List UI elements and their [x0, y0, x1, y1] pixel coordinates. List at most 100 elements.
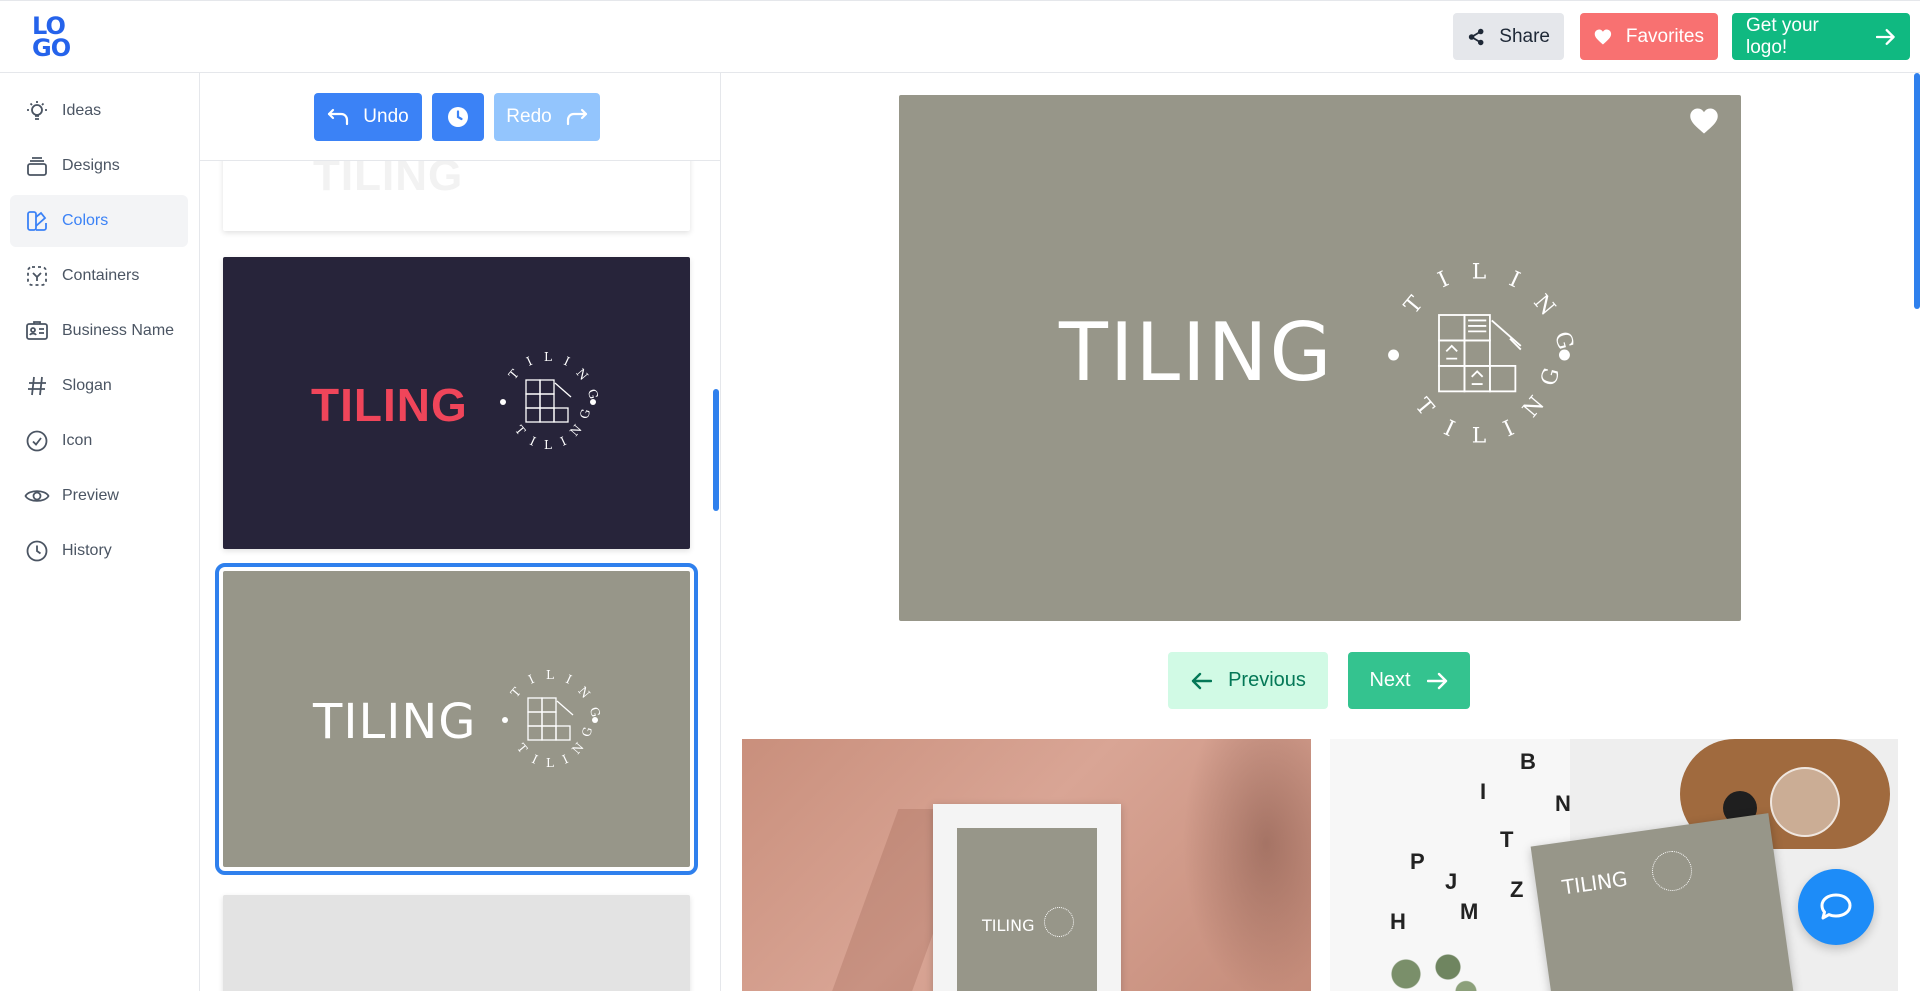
layers-icon	[24, 153, 50, 179]
share-icon	[1468, 28, 1484, 45]
svg-text:G: G	[579, 726, 595, 739]
heart-icon[interactable]	[1689, 107, 1719, 135]
logo-variant-card-selected[interactable]: TILING TILING TILING	[215, 563, 698, 875]
previous-button[interactable]: Previous	[1168, 652, 1328, 709]
fabric-letter: Z	[1510, 877, 1524, 902]
preview-panel: TILING TILING TILING Previous Next TILIN…	[721, 73, 1920, 991]
clock-icon	[448, 107, 468, 127]
svg-text:N: N	[1528, 290, 1559, 321]
logo-variant-card[interactable]	[223, 895, 690, 991]
chat-support-button[interactable]	[1798, 869, 1874, 945]
svg-text:I: I	[560, 752, 570, 767]
next-label: Next	[1369, 669, 1411, 691]
sidebar-item-label: Colors	[62, 212, 109, 229]
tiling-emblem: TI L ING TI L ING	[500, 350, 601, 452]
svg-text:L: L	[1472, 260, 1486, 285]
eucalyptus-leaves	[1370, 939, 1490, 991]
svg-text:G: G	[587, 706, 603, 719]
svg-text:N: N	[569, 740, 586, 757]
sidebar-item-slogan[interactable]: Slogan	[10, 360, 188, 412]
mockup-frame-image: TILING	[742, 739, 1311, 991]
undo-arrow-icon	[328, 108, 349, 126]
leaf-shadow	[1182, 739, 1311, 991]
variants-scrollbar[interactable]	[713, 389, 719, 511]
sidebar-item-label: Ideas	[62, 102, 102, 119]
svg-text:G: G	[585, 388, 601, 401]
page-scrollbar[interactable]	[1914, 73, 1920, 309]
undo-button[interactable]: Undo	[314, 93, 422, 141]
eye-icon	[24, 483, 50, 509]
svg-text:I: I	[1440, 416, 1458, 442]
svg-text:I: I	[564, 672, 574, 687]
svg-text:L: L	[546, 756, 554, 770]
fabric-letter: I	[1480, 779, 1487, 804]
site-logo[interactable]: LO GO	[30, 14, 80, 62]
svg-text:I: I	[526, 672, 536, 687]
sidebar-item-preview[interactable]: Preview	[10, 470, 188, 522]
sidebar-item-label: Preview	[62, 487, 119, 504]
variant-name: TILING	[311, 379, 468, 431]
get-logo-label: Get your logo!	[1746, 14, 1819, 58]
logo-variant-card[interactable]: TILING TILING TILING	[223, 257, 690, 549]
redo-button[interactable]: Redo	[494, 93, 600, 141]
svg-text:N: N	[567, 422, 584, 439]
container-icon	[24, 263, 50, 289]
variant-name: TILING	[313, 694, 477, 750]
svg-text:G: G	[1549, 329, 1578, 352]
sidebar-item-business-name[interactable]: Business Name	[10, 305, 188, 357]
svg-text:I: I	[524, 354, 534, 369]
heart-icon	[1594, 29, 1612, 44]
sidebar-item-ideas[interactable]: Ideas	[10, 85, 188, 137]
svg-text:G: G	[1537, 365, 1566, 388]
svg-text:I: I	[1505, 267, 1523, 293]
history-button[interactable]	[432, 93, 484, 141]
sidebar-item-history[interactable]: History	[10, 525, 188, 577]
fabric-letter: N	[1555, 791, 1571, 816]
svg-text:I: I	[1500, 416, 1518, 442]
favorites-button[interactable]: Favorites	[1580, 13, 1718, 60]
hash-icon	[24, 373, 50, 399]
sidebar-item-icon[interactable]: Icon	[10, 415, 188, 467]
svg-text:T: T	[512, 423, 528, 438]
previous-label: Previous	[1228, 669, 1306, 691]
clock-icon	[24, 538, 50, 564]
tiling-emblem: TI L ING TI L ING	[502, 668, 603, 770]
share-label: Share	[1499, 25, 1550, 47]
logo-preview: TILING TILING TILING	[899, 95, 1741, 621]
arrow-left-icon	[1191, 672, 1213, 689]
sidebar-item-label: Slogan	[62, 377, 112, 394]
svg-text:N: N	[1518, 392, 1549, 423]
notebook	[1530, 813, 1794, 991]
fabric-letter: J	[1445, 869, 1458, 894]
frame-print	[957, 828, 1097, 991]
tiling-emblem: TI L ING TI L ING	[1388, 260, 1578, 448]
tiling-emblem-small	[1044, 907, 1074, 937]
logo-text-bottom: GO	[32, 34, 71, 62]
sidebar-item-colors[interactable]: Colors	[10, 195, 188, 247]
glass	[1770, 767, 1840, 837]
lightbulb-icon	[24, 98, 50, 124]
arrow-right-icon	[1876, 28, 1896, 45]
svg-text:G: G	[577, 408, 593, 421]
get-logo-button[interactable]: Get your logo!	[1732, 13, 1910, 60]
logo-editor-app: LO GO Share Favorites Get your logo! Ide…	[0, 0, 1920, 991]
svg-text:L: L	[546, 668, 554, 682]
redo-label: Redo	[506, 106, 552, 127]
chat-bubble-icon	[1820, 893, 1852, 920]
next-button[interactable]: Next	[1348, 652, 1470, 709]
svg-text:T: T	[1410, 394, 1439, 422]
svg-text:T: T	[1400, 291, 1429, 319]
sidebar-item-containers[interactable]: Containers	[10, 250, 188, 302]
sidebar-item-designs[interactable]: Designs	[10, 140, 188, 192]
sidebar-item-label: History	[62, 542, 112, 559]
svg-text:I: I	[528, 434, 538, 449]
arrow-right-icon	[1426, 672, 1447, 689]
tiling-emblem-small	[1652, 851, 1692, 891]
fabric-letter: B	[1520, 749, 1536, 774]
svg-text:T: T	[508, 685, 524, 700]
swatch-icon	[24, 208, 50, 234]
history-toolbar: Undo Redo	[200, 73, 720, 161]
share-button[interactable]: Share	[1453, 13, 1564, 60]
svg-text:L: L	[1472, 423, 1486, 448]
svg-text:L: L	[544, 350, 552, 364]
